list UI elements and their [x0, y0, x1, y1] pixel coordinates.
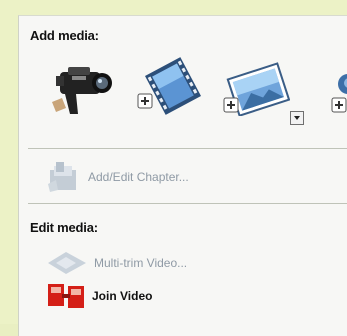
multi-trim-video-button[interactable]: Multi-trim Video... [46, 248, 187, 278]
photo-icon [223, 62, 291, 117]
join-video-button[interactable]: Join Video [46, 282, 152, 310]
film-strip-icon [137, 57, 201, 115]
divider [28, 203, 347, 204]
chapter-icon [48, 162, 76, 192]
capture-video-button[interactable] [50, 58, 120, 116]
edit-media-heading: Edit media: [30, 220, 98, 235]
video-camera-icon [52, 67, 112, 114]
multi-trim-video-label: Multi-trim Video... [94, 256, 188, 270]
add-edit-chapter-label: Add/Edit Chapter... [88, 170, 189, 184]
plus-icon [331, 97, 347, 113]
add-photo-button[interactable] [220, 60, 291, 117]
join-video-label: Join Video [92, 289, 153, 303]
add-video-button[interactable] [135, 56, 203, 118]
plus-icon [223, 97, 239, 113]
add-photo-dropdown-button[interactable] [290, 111, 304, 125]
divider [28, 148, 347, 149]
add-edit-chapter-button[interactable]: Add/Edit Chapter... [46, 160, 189, 194]
plus-icon [137, 93, 153, 109]
add-media-heading: Add media: [30, 28, 99, 43]
multi-trim-icon [48, 252, 86, 274]
join-video-icon [48, 284, 84, 308]
window-frame: Add media: Add/Edit Chapter... Edit medi… [0, 0, 347, 336]
add-audio-button[interactable] [318, 70, 347, 116]
audio-icon [331, 74, 347, 113]
